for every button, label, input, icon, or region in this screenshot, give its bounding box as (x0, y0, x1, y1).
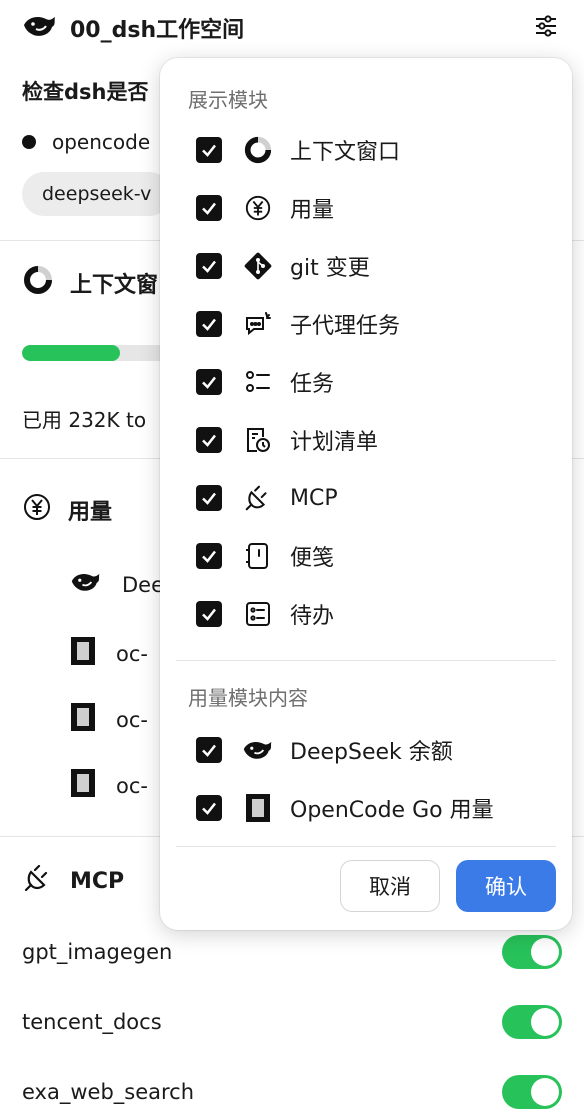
context-ring-icon (242, 134, 274, 166)
model-chip[interactable]: deepseek-v (22, 172, 172, 216)
context-section-title: 上下文窗 (70, 273, 159, 298)
module-option-subagent[interactable]: 子代理任务 (196, 304, 400, 344)
opencode-icon (70, 768, 96, 803)
module-option-label: 用量 (290, 198, 335, 223)
mcp-server-toggle[interactable] (502, 935, 562, 969)
module-option-todo[interactable]: 待办 (196, 594, 334, 634)
popup-group-title: 用量模块内容 (188, 686, 308, 710)
usage-section-header[interactable]: 用量 (22, 492, 112, 528)
status-dot (22, 135, 36, 149)
subagent-icon (242, 308, 274, 340)
module-option-tasks[interactable]: 任务 (196, 362, 334, 402)
module-option-label: 任务 (290, 372, 335, 397)
module-option-label: 子代理任务 (290, 314, 401, 339)
module-option-usage[interactable]: 用量 (196, 188, 334, 228)
module-option-mcp[interactable]: MCP (196, 478, 338, 518)
popup-divider (176, 846, 556, 847)
context-section-header[interactable]: 上下文窗 (22, 264, 158, 302)
mcp-server-name: tencent_docs (22, 1010, 162, 1034)
usage-option-label: DeepSeek 余额 (290, 740, 453, 765)
module-option-plan[interactable]: 计划清单 (196, 420, 378, 460)
mcp-server-toggle[interactable] (502, 1005, 562, 1039)
plug-icon (22, 862, 54, 900)
usage-option-label: OpenCode Go 用量 (290, 798, 494, 823)
module-option-git[interactable]: git 变更 (196, 246, 370, 286)
module-option-label: 便笺 (290, 546, 335, 571)
mcp-server-name: exa_web_search (22, 1080, 195, 1104)
checkbox[interactable] (196, 369, 222, 395)
session-title: 检查dsh是否 (22, 80, 149, 104)
checkbox[interactable] (196, 485, 222, 511)
usage-option-deepseek[interactable]: DeepSeek 余额 (196, 730, 453, 770)
usage-item: oc- (70, 702, 148, 737)
opencode-icon (70, 702, 96, 737)
usage-item-label: Dee (122, 572, 165, 597)
mcp-server-name: gpt_imagegen (22, 940, 173, 964)
checkbox[interactable] (196, 195, 222, 221)
deepseek-whale-icon (70, 570, 102, 599)
usage-item-label: oc- (116, 773, 148, 798)
module-option-label: 上下文窗口 (290, 140, 401, 165)
plan-icon (242, 424, 274, 456)
module-option-label: 待办 (290, 604, 335, 629)
popup-divider (176, 660, 556, 661)
display-modules-popup: 展示模块 上下文窗口 用量 git 变更 子代理任务 任务 计划清单 MCP 便… (160, 58, 572, 930)
note-icon (242, 540, 274, 572)
context-progress-fill (22, 345, 120, 361)
opencode-icon (70, 636, 96, 671)
agent-status: opencode (22, 130, 150, 154)
agent-label: opencode (52, 130, 151, 154)
workspace-title: 00_dsh工作空间 (70, 18, 245, 43)
mcp-server-toggle[interactable] (502, 1075, 562, 1109)
usage-option-opencode[interactable]: OpenCode Go 用量 (196, 788, 494, 828)
module-option-context[interactable]: 上下文窗口 (196, 130, 400, 170)
display-settings-button[interactable] (530, 12, 562, 44)
usage-section-title: 用量 (68, 500, 113, 525)
module-option-label: git 变更 (290, 256, 370, 281)
cancel-button[interactable]: 取消 (340, 860, 440, 912)
module-option-label: MCP (290, 485, 338, 511)
deepseek-whale-icon (242, 734, 274, 766)
yen-icon (22, 492, 52, 528)
mcp-section-title: MCP (70, 868, 125, 894)
checkbox[interactable] (196, 253, 222, 279)
sliders-icon (533, 13, 559, 43)
checkbox[interactable] (196, 737, 222, 763)
popup-group-title: 展示模块 (188, 88, 268, 112)
usage-item: Dee (70, 570, 164, 599)
workspace-header: 00_dsh工作空间 (22, 8, 562, 48)
checkbox[interactable] (196, 795, 222, 821)
module-option-notes[interactable]: 便笺 (196, 536, 334, 576)
usage-item-label: oc- (116, 641, 148, 666)
checkbox[interactable] (196, 311, 222, 337)
checkbox[interactable] (196, 137, 222, 163)
usage-item: oc- (70, 768, 148, 803)
plug-icon (242, 482, 274, 514)
mcp-server-row: gpt_imagegen (22, 932, 562, 972)
yen-icon (242, 192, 274, 224)
mcp-server-row: exa_web_search (22, 1072, 562, 1112)
mcp-server-row: tencent_docs (22, 1002, 562, 1042)
confirm-button[interactable]: 确认 (456, 860, 556, 912)
deepseek-whale-icon (22, 13, 58, 43)
checkbox[interactable] (196, 427, 222, 453)
checkbox[interactable] (196, 543, 222, 569)
todo-icon (242, 598, 274, 630)
context-usage-text: 已用 232K to (22, 408, 147, 432)
mcp-section-header[interactable]: MCP (22, 862, 124, 900)
context-ring-icon (22, 264, 54, 302)
git-icon (242, 250, 274, 282)
usage-item-label: oc- (116, 707, 148, 732)
module-option-label: 计划清单 (290, 430, 379, 455)
task-list-icon (242, 366, 274, 398)
checkbox[interactable] (196, 601, 222, 627)
usage-item: oc- (70, 636, 148, 671)
opencode-icon (242, 792, 274, 824)
